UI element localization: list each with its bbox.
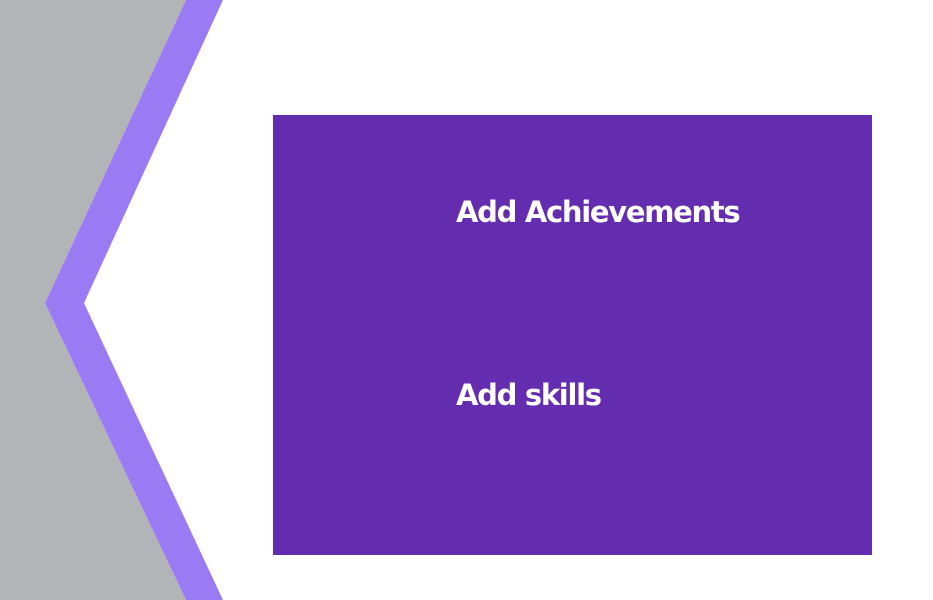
slide: Add Achievements Add skills	[0, 0, 933, 600]
content-panel: Add Achievements Add skills	[273, 115, 872, 555]
add-skills-label[interactable]: Add skills	[456, 381, 602, 410]
add-achievements-label[interactable]: Add Achievements	[456, 198, 741, 227]
